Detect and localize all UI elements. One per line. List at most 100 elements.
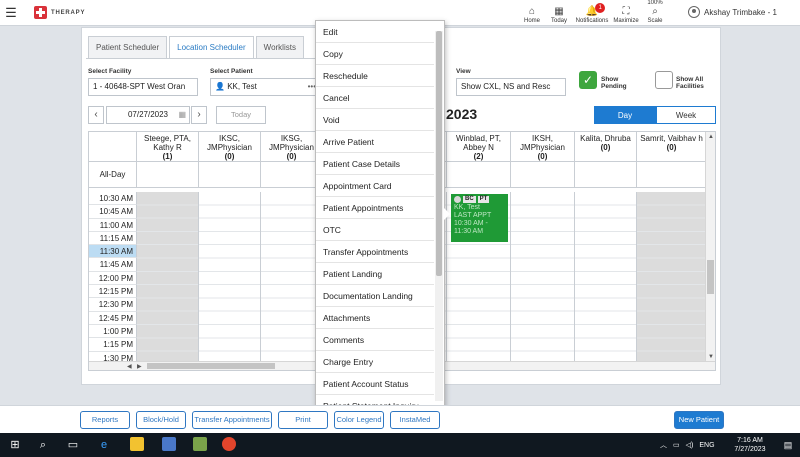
prev-date-button[interactable]: ‹ [88,106,104,124]
maximize-button[interactable]: ⛶ Maximize [611,0,641,26]
all-day-cell[interactable] [199,162,261,188]
tab-patient-scheduler[interactable]: Patient Scheduler [88,36,168,58]
context-menu-item-patient-account-status[interactable]: Patient Account Status [316,373,434,395]
language-indicator[interactable]: ENG [699,442,714,449]
context-menu-item-charge-entry[interactable]: Charge Entry [316,351,434,373]
scroll-left-icon[interactable]: ◀ [127,363,132,370]
all-day-cell[interactable] [575,162,637,188]
show-pending-checkbox[interactable]: ✓ [579,71,597,89]
schedule-column[interactable] [575,192,637,362]
week-view-button[interactable]: Week [656,106,716,124]
color-legend-button[interactable]: Color Legend [334,411,384,429]
all-day-cell[interactable] [637,162,707,188]
schedule-column[interactable] [199,192,261,362]
column-header[interactable]: Samrit, Vaibhav h (0) [637,132,707,162]
home-button[interactable]: ⌂ Home [519,0,545,26]
context-menu-item-copy[interactable]: Copy [316,43,434,65]
schedule-column[interactable] [637,192,707,362]
context-menu-item-documentation-landing[interactable]: Documentation Landing [316,285,434,307]
scroll-right-icon[interactable]: ▶ [137,363,142,370]
tab-worklists[interactable]: Worklists [255,36,304,58]
all-day-cell[interactable] [261,162,323,188]
context-menu-item-transfer-appointments[interactable]: Transfer Appointments [316,241,434,263]
column-header[interactable]: Kalita, Dhruba (0) [575,132,637,162]
view-select[interactable]: Show CXL, NS and Resc [456,78,566,96]
system-clock[interactable]: 7:16 AM 7/27/2023 [730,436,770,454]
vertical-scrollbar[interactable]: ▲ ▼ [705,132,715,364]
appointment-note: LAST APPT [454,212,492,219]
context-menu-item-patient-appointments[interactable]: Patient Appointments [316,197,434,219]
instamed-button[interactable]: InstaMed [390,411,440,429]
scroll-up-icon[interactable]: ▲ [708,134,714,140]
scroll-thumb[interactable] [436,31,442,276]
facility-select[interactable]: 1 - 40648-SPT West Oran [88,78,198,96]
next-date-button[interactable]: › [191,106,207,124]
column-header[interactable]: IKSC, JMPhysician (0) [199,132,261,162]
schedule-column[interactable] [261,192,323,362]
appointment-block[interactable]: BC PT KK, Test LAST APPT 10:30 AM - 11:3… [451,194,508,242]
transfer-appointments-button[interactable]: Transfer Appointments [192,411,272,429]
context-menu-item-void[interactable]: Void [316,109,434,131]
schedule-column[interactable] [511,192,575,362]
windows-start-icon[interactable]: ⊞ [8,437,22,453]
column-count: (0) [537,152,548,161]
column-header[interactable]: Steege, PTA, Kathy R (1) [137,132,199,162]
file-explorer-icon[interactable] [130,437,144,451]
edge-browser-icon[interactable]: e [97,437,111,453]
context-menu-item-comments[interactable]: Comments [316,329,434,351]
context-menu-item-cancel[interactable]: Cancel [316,87,434,109]
volume-icon[interactable]: ◁) [686,441,694,449]
today-button[interactable]: ▦ Today [545,0,573,26]
patient-search-field[interactable]: 👤 KK, Test ••• [210,78,320,96]
day-view-button[interactable]: Day [594,106,656,124]
all-day-cell[interactable] [447,162,511,188]
user-menu[interactable]: Akshay Trimbake - 1 [688,6,777,18]
tab-location-scheduler[interactable]: Location Scheduler [169,36,254,58]
context-menu-item-attachments[interactable]: Attachments [316,307,434,329]
search-icon[interactable]: ⌕ [36,437,50,453]
os-taskbar: ⊞ ⌕ ▭ e ︿ ▭ ◁) ENG 7:16 AM 7/27/2023 ▤ [0,433,800,457]
context-menu-item-reschedule[interactable]: Reschedule [316,65,434,87]
scale-button[interactable]: 100% ⌕ Scale [641,0,669,26]
notepad-icon[interactable] [193,437,207,451]
date-field[interactable]: 07/27/2023 ▦ [106,106,190,124]
task-view-icon[interactable]: ▭ [66,437,80,453]
context-menu-scrollbar[interactable] [435,31,443,401]
show-all-facilities-checkbox[interactable] [655,71,673,89]
column-name: Samrit, Vaibhav h [640,134,703,143]
user-name: Akshay Trimbake - 1 [704,7,777,17]
context-menu-pointer [444,208,450,220]
chrome-icon[interactable] [222,437,236,451]
time-slot-label: 12:30 PM [89,298,137,312]
chevron-left-icon: ‹ [94,109,98,120]
hamburger-menu-icon[interactable]: ☰ [0,5,22,21]
calendar-picker-icon[interactable]: ▦ [178,107,186,123]
scroll-down-icon[interactable]: ▼ [708,354,714,360]
reports-button[interactable]: Reports [80,411,130,429]
scroll-thumb[interactable] [707,260,714,294]
scroll-thumb[interactable] [147,363,275,369]
context-menu-item-appointment-card[interactable]: Appointment Card [316,175,434,197]
context-menu-item-patient-case-details[interactable]: Patient Case Details [316,153,434,175]
column-header[interactable]: IKSH, JMPhysician (0) [511,132,575,162]
print-button[interactable]: Print [278,411,328,429]
block-hold-button[interactable]: Block/Hold [136,411,186,429]
notification-center-icon[interactable]: ▤ [782,437,794,453]
context-menu-item-arrive-patient[interactable]: Arrive Patient [316,131,434,153]
show-pending-label: Show Pending [601,76,627,90]
network-icon[interactable]: ▭ [673,441,680,449]
schedule-column[interactable] [137,192,199,362]
time-slot-label: 11:15 AM [89,231,137,246]
context-menu-item-patient-landing[interactable]: Patient Landing [316,263,434,285]
column-header[interactable]: Winblad, PT, Abbey N (2) [447,132,511,162]
context-menu-item-edit[interactable]: Edit [316,21,434,43]
column-header[interactable]: IKSG, JMPhysician (0) [261,132,323,162]
new-patient-button[interactable]: New Patient [674,411,724,429]
today-date-button[interactable]: Today [216,106,266,124]
all-day-cell[interactable] [137,162,199,188]
chevron-up-icon[interactable]: ︿ [660,440,667,450]
notifications-button[interactable]: 🔔 1 Notifications [573,0,611,26]
all-day-cell[interactable] [511,162,575,188]
context-menu-item-otc[interactable]: OTC [316,219,434,241]
app-icon[interactable] [162,437,176,451]
